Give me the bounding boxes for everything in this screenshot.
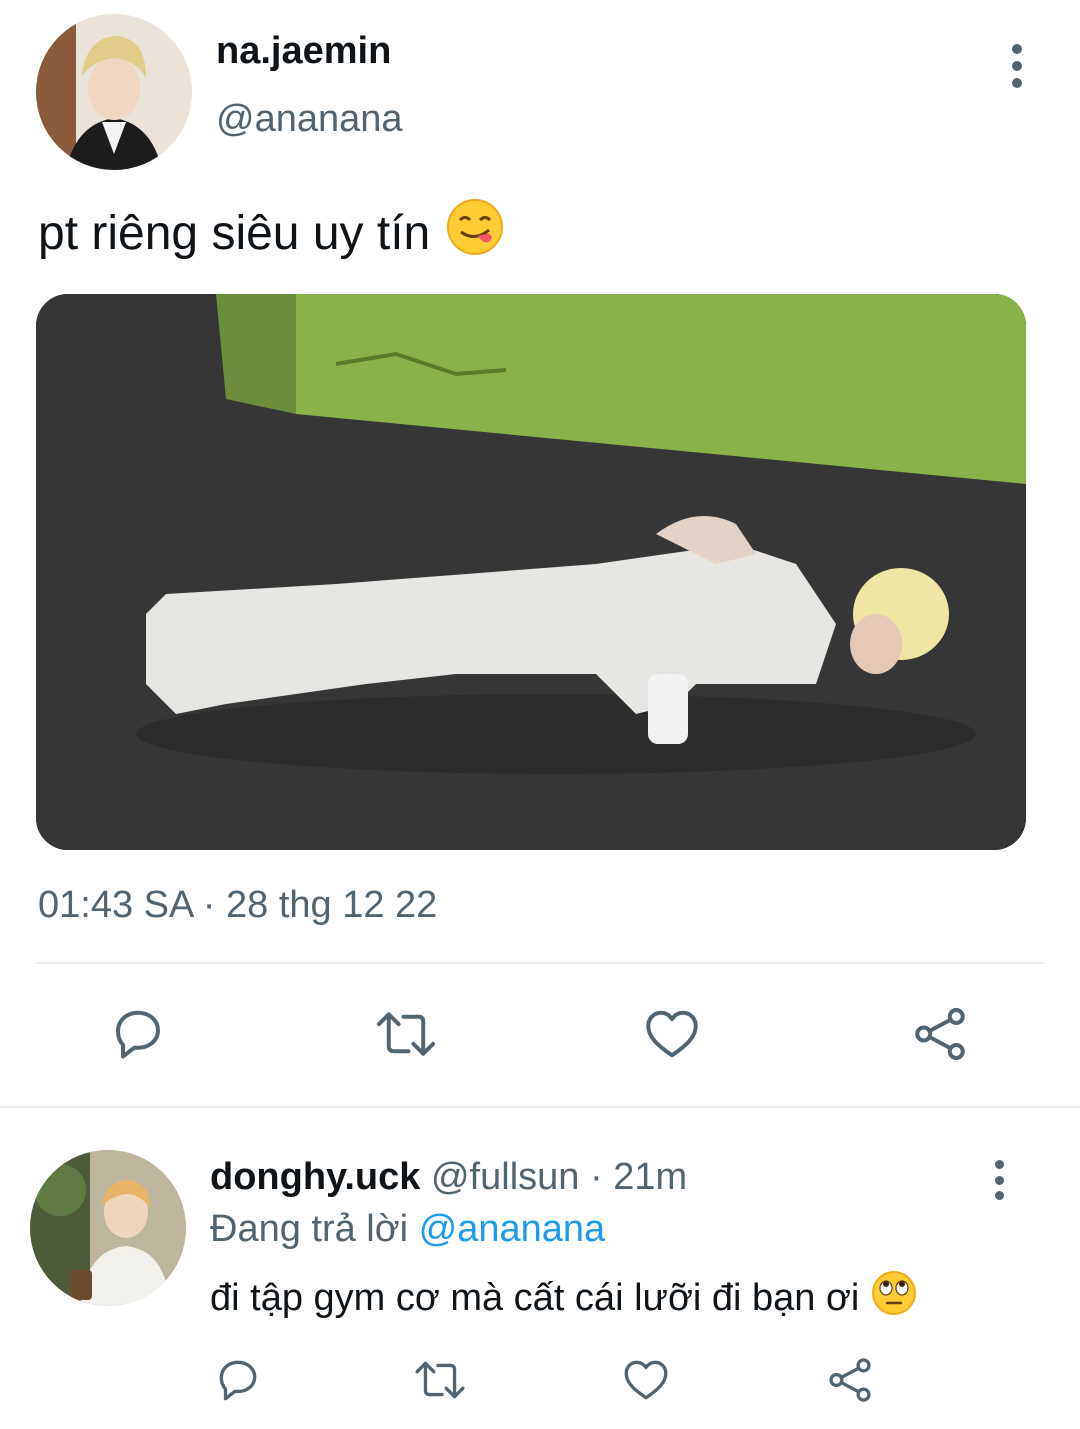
- reply-action-bar: [0, 1352, 1080, 1408]
- media-image: [36, 294, 1026, 850]
- tweet-detail-page: na.jaemin @ananana pt riêng siêu uy tín: [0, 0, 1080, 1429]
- reply-time[interactable]: 21m: [613, 1156, 687, 1198]
- share-icon[interactable]: [908, 1002, 972, 1066]
- reply-more-options-icon[interactable]: [984, 1160, 1014, 1200]
- retweet-icon[interactable]: [374, 1002, 438, 1066]
- tweet-timestamp: 01:43 SA · 28 thg 12 22: [38, 884, 438, 926]
- like-icon[interactable]: [618, 1352, 674, 1408]
- divider: [36, 962, 1044, 964]
- share-icon[interactable]: [822, 1352, 878, 1408]
- avatar-image: [36, 14, 192, 170]
- eye-roll-emoji-icon: [871, 1270, 917, 1326]
- tweet-action-bar: [0, 1002, 1080, 1066]
- reply-header: donghy.uck @fullsun · 21m: [210, 1156, 687, 1199]
- reply-icon[interactable]: [106, 1002, 170, 1066]
- tweet-text-content: pt riêng siêu uy tín: [38, 206, 431, 260]
- reply-text: đi tập gym cơ mà cất cái lưỡi đi bạn ơi: [210, 1270, 917, 1326]
- reply-author-avatar[interactable]: [30, 1150, 186, 1306]
- replying-to-line: Đang trả lời @ananana: [210, 1208, 605, 1251]
- tweet-text: pt riêng siêu uy tín: [38, 198, 504, 268]
- reply-time-separator: ·: [589, 1156, 603, 1198]
- reply-icon[interactable]: [210, 1352, 266, 1408]
- author-display-name[interactable]: na.jaemin: [216, 30, 391, 73]
- author-avatar[interactable]: [36, 14, 192, 170]
- author-handle[interactable]: @ananana: [216, 98, 403, 141]
- like-icon[interactable]: [640, 1002, 704, 1066]
- more-options-icon[interactable]: [1000, 44, 1034, 88]
- yum-tongue-emoji-icon: [446, 198, 504, 268]
- divider: [0, 1106, 1080, 1108]
- reply-author-display-name[interactable]: donghy.uck: [210, 1156, 420, 1198]
- reply-text-content: đi tập gym cơ mà cất cái lưỡi đi bạn ơi: [210, 1276, 860, 1319]
- retweet-icon[interactable]: [412, 1352, 468, 1408]
- replying-to-mention[interactable]: @ananana: [419, 1208, 606, 1250]
- tweet-media-image[interactable]: [36, 294, 1026, 850]
- replying-to-prefix: Đang trả lời: [210, 1208, 409, 1250]
- reply-author-handle[interactable]: @fullsun: [431, 1156, 579, 1198]
- avatar-image: [30, 1150, 186, 1306]
